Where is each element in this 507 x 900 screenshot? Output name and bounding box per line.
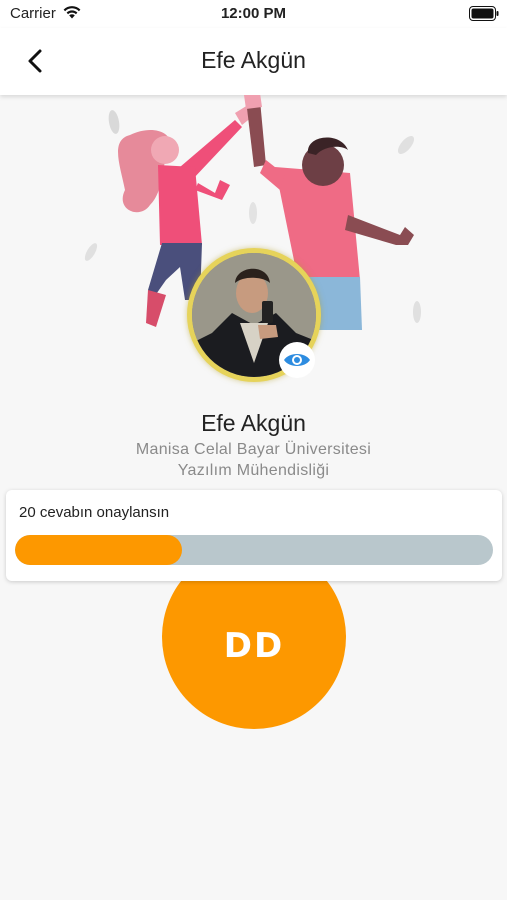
page-title: Efe Akgün: [201, 47, 306, 73]
profile-name: Efe Akgün: [201, 410, 306, 436]
clock-time: 12:00 PM: [220, 5, 287, 22]
progress-label: 20 cevabın onaylansın: [19, 504, 170, 521]
nav-bar: Efe Akgün: [0, 28, 507, 95]
progress-card: 20 cevabın onaylansın: [6, 490, 502, 581]
profile-screen: Carrier 12:00 PM Efe Akgün Efe Akgün Man…: [0, 0, 507, 900]
department-label: Yazılım Mühendisliği: [177, 462, 330, 479]
initials-text: DD: [223, 626, 285, 666]
progress-track: [15, 535, 493, 565]
eye-icon: [284, 354, 310, 366]
progress-fill: [15, 535, 183, 565]
status-bar: Carrier 12:00 PM: [0, 0, 507, 28]
university-label: Manisa Celal Bayar Üniversitesi: [135, 441, 372, 458]
view-photo-button[interactable]: [279, 342, 315, 378]
battery-icon: [469, 6, 499, 21]
